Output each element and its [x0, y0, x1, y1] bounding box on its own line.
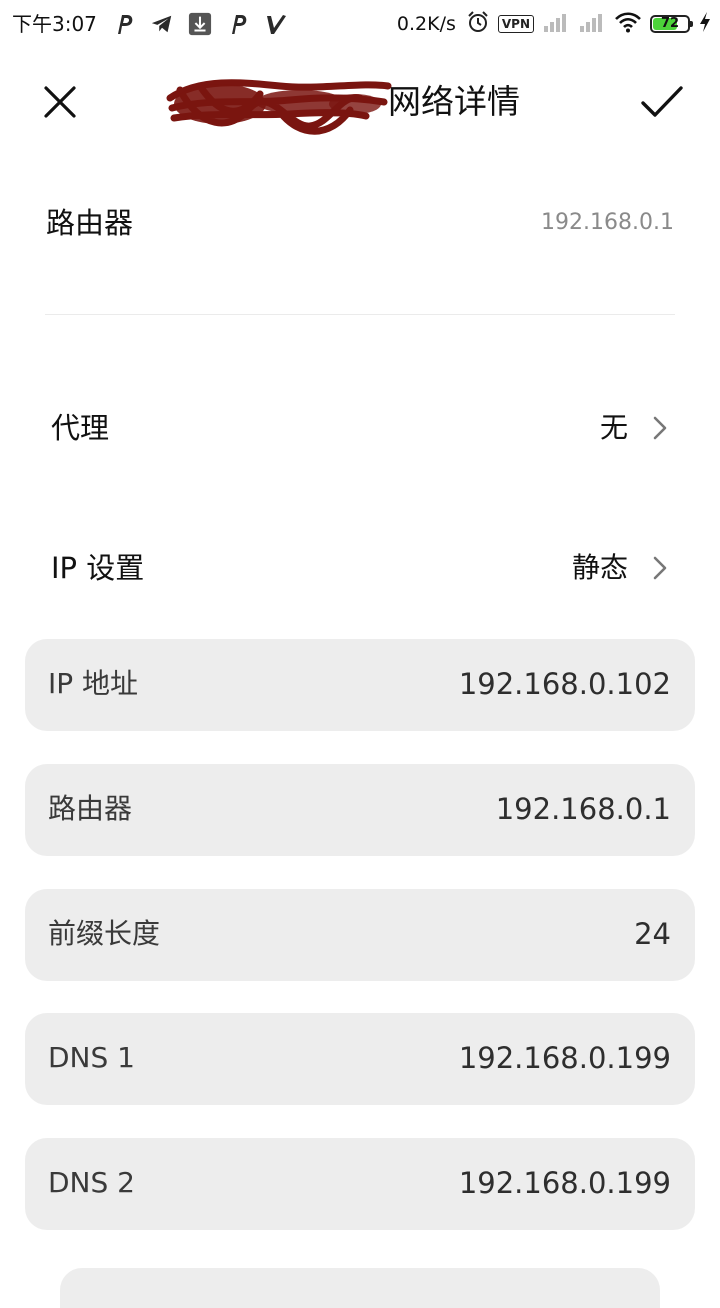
battery-indicator: 72 [650, 15, 693, 33]
signal-icon [578, 11, 606, 37]
signal-icon [542, 11, 570, 37]
dns1-field[interactable]: DNS 1 192.168.0.199 [25, 1013, 695, 1105]
dns1-label: DNS 1 [48, 1041, 135, 1074]
dns2-value: 192.168.0.199 [458, 1166, 671, 1200]
notification-icons [112, 10, 288, 38]
page-title: 网络详情 [388, 82, 520, 121]
download-icon [188, 12, 212, 36]
prefix-length-field[interactable]: 前缀长度 24 [25, 889, 695, 981]
check-icon [641, 86, 683, 117]
router-info-row: 路由器 192.168.0.1 [0, 200, 720, 260]
router-field-label: 路由器 [48, 792, 133, 825]
v-app-icon [264, 12, 288, 36]
vpn-badge: VPN [497, 15, 534, 33]
router-field-value: 192.168.0.1 [495, 792, 671, 826]
alarm-icon [466, 10, 490, 38]
p-app-icon [226, 12, 250, 36]
header-title-area: 网络详情 [160, 68, 560, 138]
redaction-scribble [166, 79, 392, 135]
p-app-icon [112, 12, 136, 36]
system-icons: 0.2K/s VPN 72 [397, 10, 712, 38]
close-icon [44, 86, 76, 118]
dns2-label: DNS 2 [48, 1166, 135, 1199]
ip-address-field[interactable]: IP 地址 192.168.0.102 [25, 639, 695, 731]
network-speed: 0.2K/s [396, 13, 456, 35]
close-button[interactable] [38, 80, 82, 124]
chevron-right-icon [653, 556, 667, 580]
dns1-value: 192.168.0.199 [458, 1041, 671, 1075]
status-time: 下午3:07 [12, 12, 97, 36]
dns2-field[interactable]: DNS 2 192.168.0.199 [25, 1138, 695, 1230]
prefix-length-value: 24 [634, 917, 671, 951]
divider [45, 314, 675, 315]
proxy-setting-row[interactable]: 代理 无 [0, 400, 720, 460]
prefix-length-label: 前缀长度 [48, 917, 161, 950]
battery-level: 72 [660, 16, 680, 31]
ip-address-label: IP 地址 [48, 667, 139, 700]
ip-settings-label: IP 设置 [51, 551, 145, 585]
wifi-icon [614, 11, 642, 37]
header: 网络详情 [0, 48, 720, 156]
partial-button[interactable] [60, 1268, 660, 1308]
chevron-right-icon [653, 416, 667, 440]
ip-address-value: 192.168.0.102 [458, 667, 671, 701]
confirm-button[interactable] [638, 78, 686, 126]
router-field[interactable]: 路由器 192.168.0.1 [25, 764, 695, 856]
ip-settings-value: 静态 [571, 551, 628, 584]
telegram-icon [150, 12, 174, 36]
proxy-label: 代理 [51, 411, 110, 445]
ip-settings-row[interactable]: IP 设置 静态 [0, 540, 720, 600]
status-bar: 下午3:07 0.2K/s VPN 72 [0, 0, 720, 48]
charging-icon [698, 11, 712, 37]
router-value: 192.168.0.1 [541, 210, 674, 235]
router-label: 路由器 [46, 206, 134, 240]
proxy-value: 无 [599, 411, 628, 444]
